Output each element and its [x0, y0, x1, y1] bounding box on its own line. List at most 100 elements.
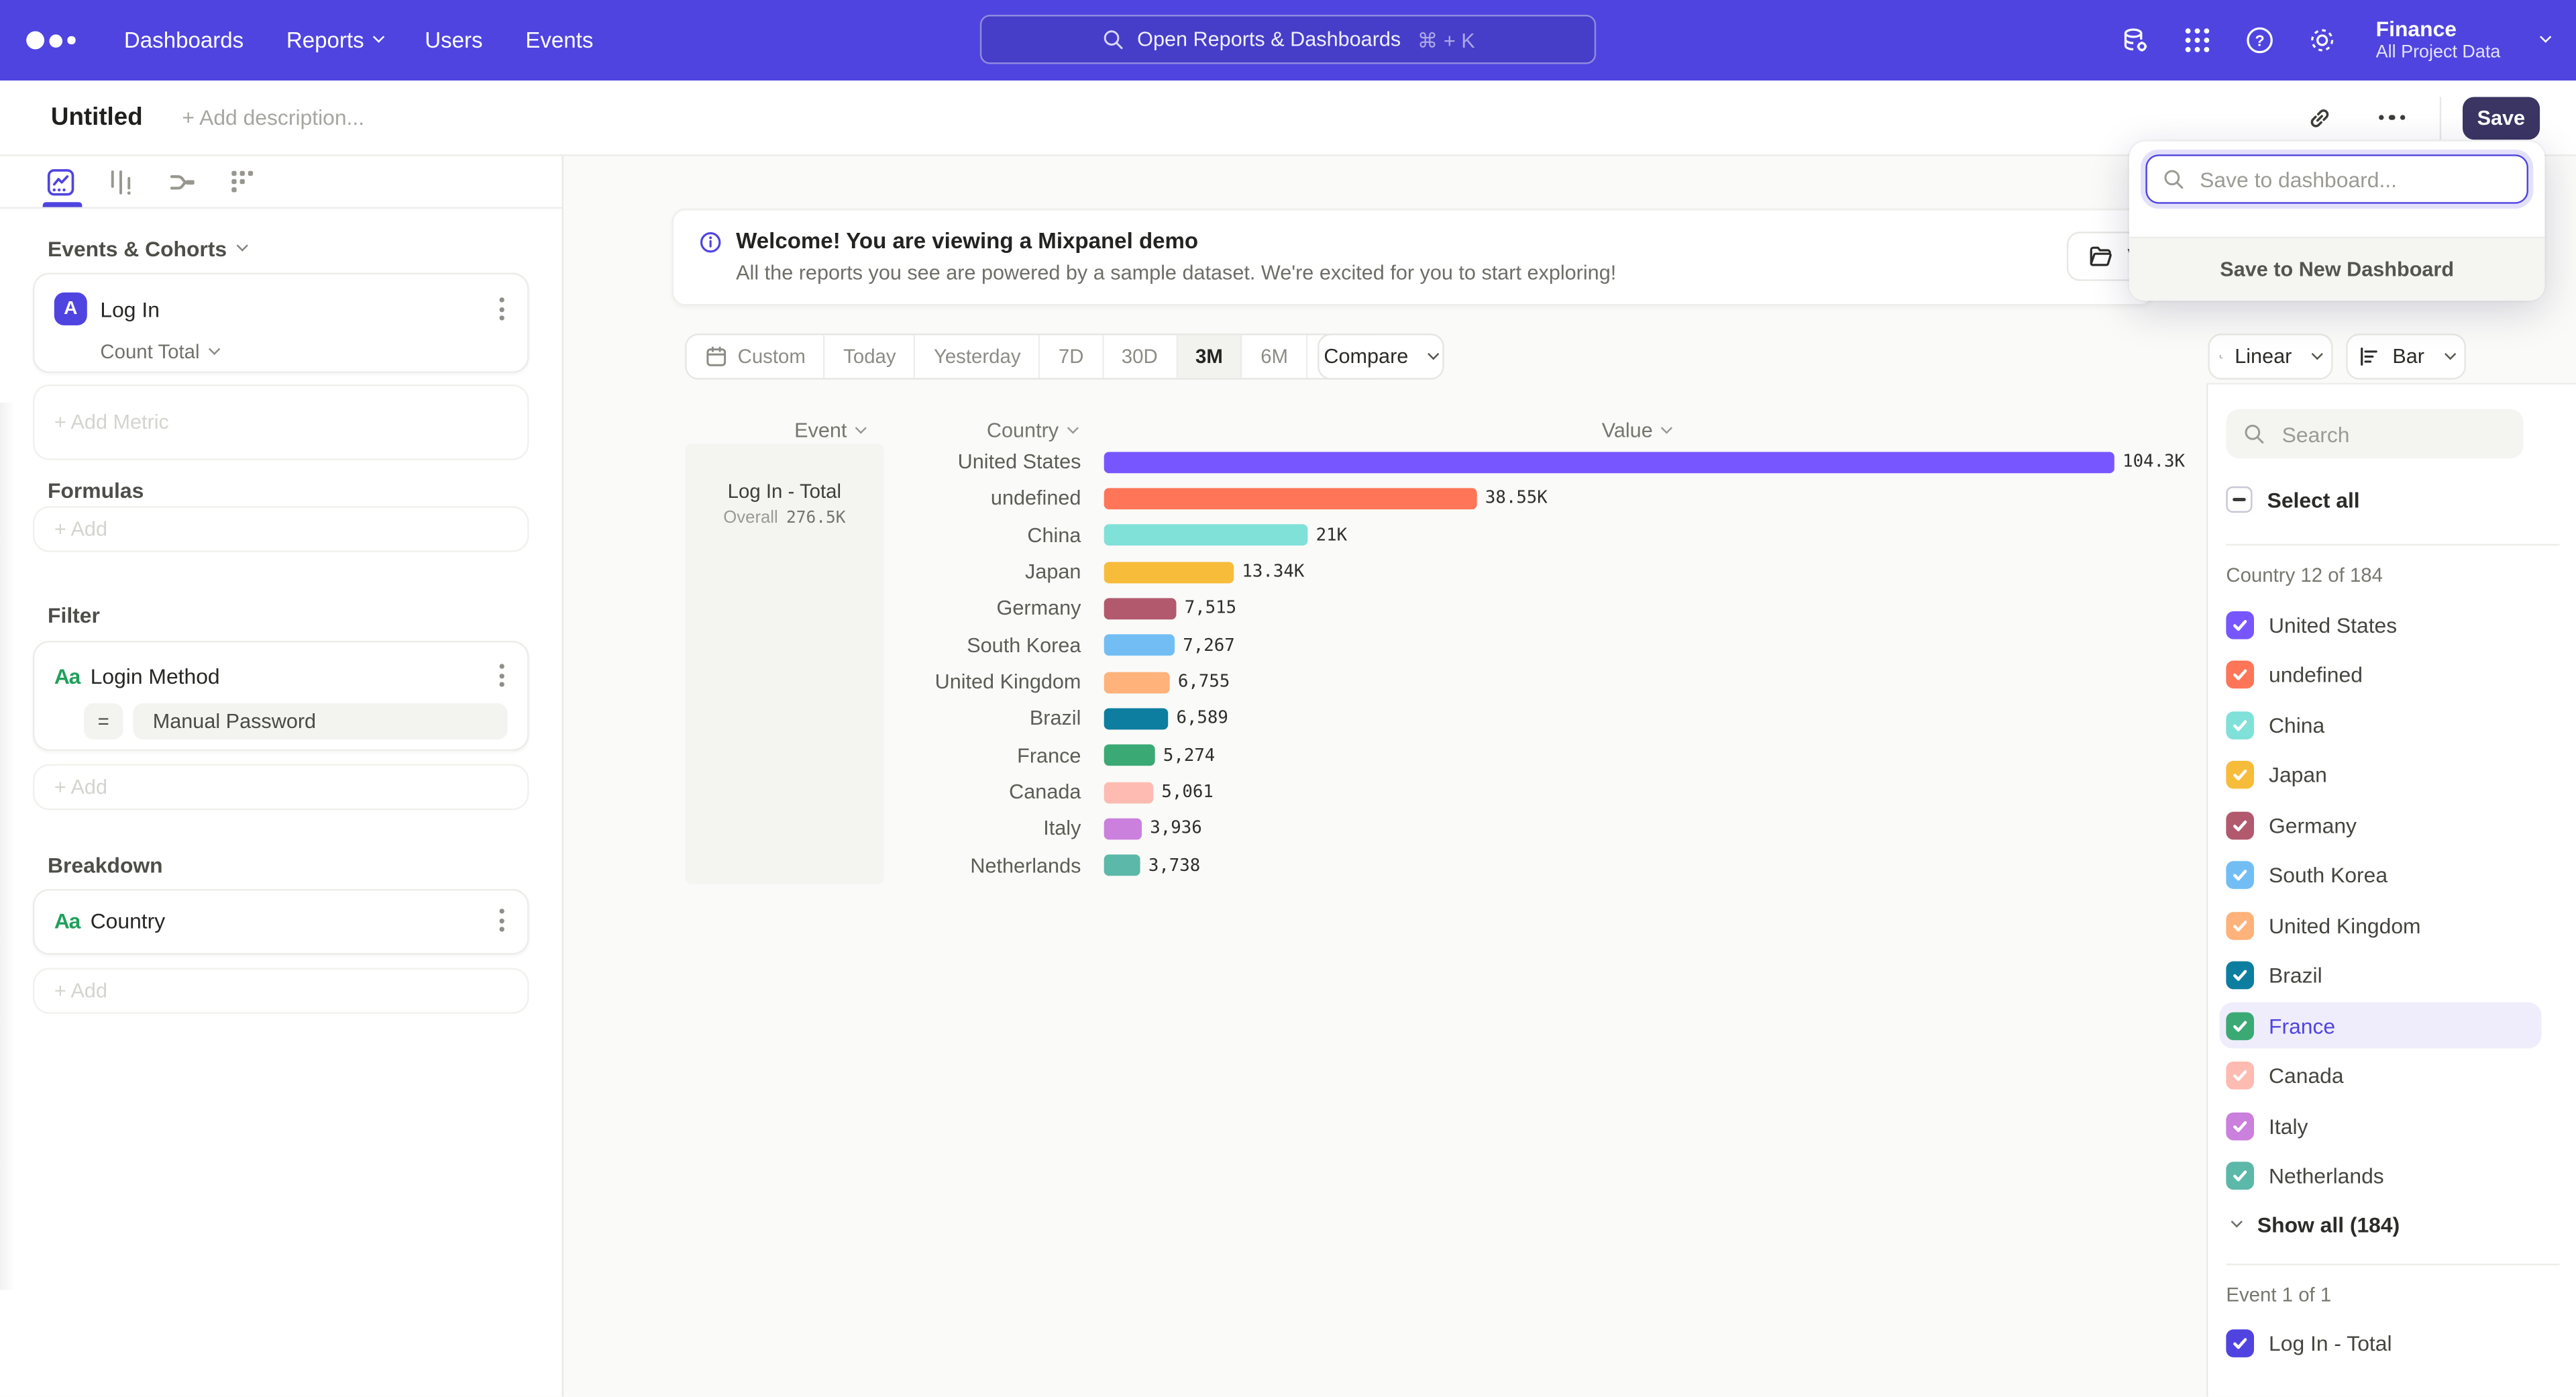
tab-retention[interactable]	[228, 167, 258, 197]
country-checkbox[interactable]	[2226, 1112, 2254, 1140]
nav-item[interactable]: Reports	[286, 28, 382, 53]
country-checkbox[interactable]	[2226, 861, 2254, 889]
country-checkbox-row[interactable]: Germany	[2220, 802, 2542, 848]
metric-card[interactable]: A Log In Count Total	[33, 273, 529, 373]
value-bar[interactable]	[1104, 672, 1170, 693]
country-checkbox[interactable]	[2226, 962, 2254, 990]
date-range-option[interactable]: 3M	[1177, 335, 1242, 378]
metric-event-name[interactable]: Log In	[100, 297, 160, 321]
kebab-menu-icon[interactable]	[496, 660, 508, 690]
show-all-button[interactable]: Show all (184)	[2233, 1201, 2400, 1247]
filter-operator[interactable]: =	[84, 703, 123, 739]
save-to-new-dashboard-button[interactable]: Save to New Dashboard	[2129, 237, 2545, 301]
country-checkbox[interactable]	[2226, 761, 2254, 789]
chart-style-button[interactable]: Bar	[2346, 333, 2466, 380]
country-checkbox-row[interactable]: Italy	[2220, 1102, 2542, 1149]
country-checkbox-row[interactable]: Netherlands	[2220, 1153, 2542, 1199]
project-switcher[interactable]: Finance All Project Data	[2376, 17, 2501, 63]
dashboard-search-input[interactable]	[2196, 165, 2492, 193]
section-events-cohorts[interactable]: Events & Cohorts	[48, 237, 247, 262]
string-property-icon: Aa	[54, 663, 87, 688]
column-header-event[interactable]: Event	[794, 419, 865, 442]
country-checkbox[interactable]	[2226, 660, 2254, 688]
add-filter-button[interactable]: + Add	[33, 764, 529, 811]
country-checkbox-row[interactable]: France	[2220, 1002, 2542, 1049]
segment-search-input[interactable]	[2279, 420, 2492, 448]
country-checkbox[interactable]	[2226, 911, 2254, 939]
apps-grid-icon[interactable]	[2182, 25, 2214, 56]
add-formula-button[interactable]: + Add	[33, 506, 529, 552]
report-title[interactable]: Untitled	[51, 103, 143, 132]
breakdown-property[interactable]: Country	[91, 908, 166, 933]
date-range-option[interactable]: Custom	[687, 335, 826, 378]
aggregation-selector[interactable]: Count Total	[100, 340, 507, 363]
country-checkbox[interactable]	[2226, 611, 2254, 639]
country-checkbox-row[interactable]: Japan	[2220, 752, 2542, 798]
copy-link-icon[interactable]	[2296, 95, 2343, 141]
date-range-option[interactable]: 6M	[1242, 335, 1307, 378]
date-range-option[interactable]: Today	[825, 335, 916, 378]
country-checkbox-row[interactable]: United States	[2220, 601, 2542, 648]
value-bar[interactable]	[1104, 708, 1169, 729]
value-bar[interactable]	[1104, 562, 1234, 583]
data-management-icon[interactable]	[2120, 25, 2151, 56]
indeterminate-checkbox[interactable]	[2226, 486, 2252, 513]
add-breakdown-button[interactable]: + Add	[33, 968, 529, 1014]
tab-funnels[interactable]	[107, 167, 136, 197]
country-checkbox[interactable]	[2226, 811, 2254, 839]
country-checkbox[interactable]	[2226, 1161, 2254, 1190]
value-bar[interactable]	[1104, 818, 1142, 839]
dashboard-search-field[interactable]	[2145, 154, 2528, 203]
event-checkbox[interactable]	[2226, 1329, 2254, 1357]
help-icon[interactable]: ?	[2245, 25, 2276, 56]
country-checkbox-row[interactable]: China	[2220, 702, 2542, 748]
country-checkbox-row[interactable]: South Korea	[2220, 852, 2542, 898]
value-bar[interactable]	[1104, 525, 1308, 546]
more-options-icon[interactable]	[2369, 95, 2415, 141]
country-checkbox[interactable]	[2226, 1011, 2254, 1039]
country-checkbox-label: France	[2269, 1013, 2335, 1038]
nav-item[interactable]: Dashboards	[124, 28, 244, 53]
column-header-value[interactable]: Value	[1602, 419, 1671, 442]
country-checkbox-label: China	[2269, 713, 2324, 737]
add-metric-button[interactable]: + Add Metric	[33, 384, 529, 460]
divider	[2226, 544, 2559, 546]
date-range-option[interactable]: Yesterday	[916, 335, 1040, 378]
country-checkbox[interactable]	[2226, 711, 2254, 739]
segment-search[interactable]	[2226, 409, 2523, 458]
value-bar[interactable]	[1104, 855, 1140, 876]
select-all-row[interactable]: Select all	[2226, 486, 2359, 513]
mixpanel-logo[interactable]	[26, 32, 74, 50]
country-checkbox-row[interactable]: Brazil	[2220, 952, 2542, 998]
kebab-menu-icon[interactable]	[496, 294, 508, 323]
settings-gear-icon[interactable]	[2307, 25, 2339, 56]
value-bar[interactable]	[1104, 488, 1477, 509]
event-checkbox-row[interactable]: Log In - Total	[2226, 1320, 2392, 1366]
global-search-button[interactable]: Open Reports & Dashboards ⌘ + K	[980, 15, 1596, 64]
country-checkbox[interactable]	[2226, 1062, 2254, 1090]
country-checkbox-row[interactable]: undefined	[2220, 652, 2542, 698]
nav-item[interactable]: Users	[425, 28, 482, 53]
value-bar[interactable]	[1104, 598, 1177, 619]
value-bar[interactable]	[1104, 635, 1175, 656]
save-button[interactable]: Save	[2463, 96, 2540, 139]
value-bar[interactable]	[1104, 745, 1155, 766]
add-description-placeholder[interactable]: + Add description...	[182, 105, 364, 130]
date-range-option[interactable]: 7D	[1040, 335, 1104, 378]
kebab-menu-icon[interactable]	[496, 905, 508, 935]
country-checkbox-row[interactable]: Canada	[2220, 1053, 2542, 1099]
nav-item[interactable]: Events	[525, 28, 593, 53]
filter-property[interactable]: Login Method	[91, 663, 220, 688]
compare-button[interactable]: Compare	[1318, 333, 1444, 380]
filter-value[interactable]: Manual Password	[133, 703, 507, 739]
value-bar[interactable]	[1104, 782, 1153, 803]
tab-insights[interactable]	[46, 167, 76, 197]
country-checkbox-row[interactable]: United Kingdom	[2220, 902, 2542, 948]
breakdown-card[interactable]: Aa Country	[33, 889, 529, 955]
tab-flows[interactable]	[168, 167, 197, 197]
value-bar[interactable]	[1104, 452, 2114, 473]
date-range-option[interactable]: 30D	[1104, 335, 1177, 378]
column-header-country[interactable]: Country	[987, 419, 1077, 442]
filter-card[interactable]: Aa Login Method = Manual Password	[33, 641, 529, 751]
scale-selector-button[interactable]: Linear	[2208, 333, 2332, 380]
